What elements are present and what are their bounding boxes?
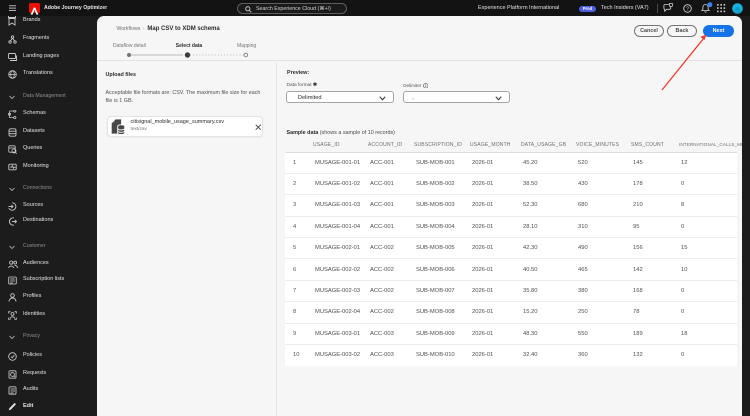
svg-text:?: ? bbox=[686, 6, 689, 12]
